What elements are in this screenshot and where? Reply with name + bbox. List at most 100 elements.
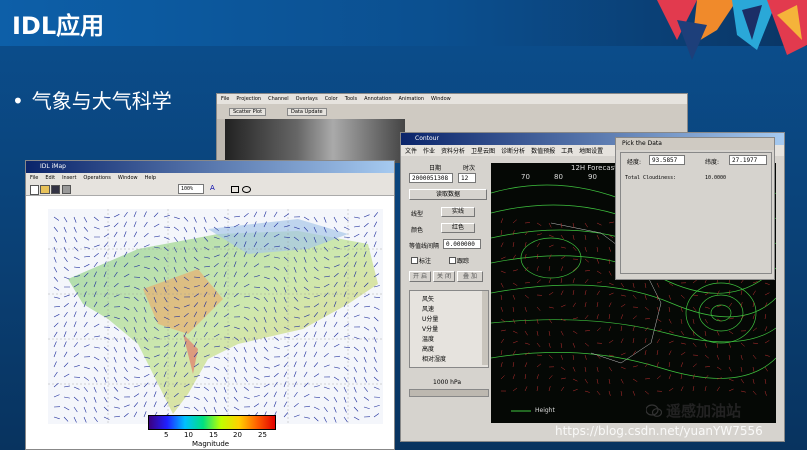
menu-item[interactable]: Animation xyxy=(399,96,425,102)
lon-tick: 80 xyxy=(554,173,563,181)
lon-tick: 90 xyxy=(588,173,597,181)
menu-item[interactable]: Annotation xyxy=(364,96,391,102)
menu-item[interactable]: Help xyxy=(145,175,156,181)
track-checkbox-text: 跟踪 xyxy=(457,258,470,265)
color-label: 颜色 xyxy=(411,227,424,234)
menu-item[interactable]: 数值预报 xyxy=(531,146,555,155)
cloudiness-label: Total Cloudiness: xyxy=(625,175,677,181)
menu-item[interactable]: Color xyxy=(325,96,338,102)
colorbar xyxy=(148,415,276,430)
time-label: 时次 xyxy=(463,165,476,172)
rectangle-tool-icon[interactable] xyxy=(231,186,239,193)
interval-label: 等值线间隔 xyxy=(409,243,440,250)
ellipse-tool-icon[interactable] xyxy=(242,186,251,193)
menu-item[interactable]: 诊断分析 xyxy=(501,146,525,155)
watermark-url: https://blog.csdn.net/yuanYW7556 xyxy=(555,424,763,438)
colorbar-tick: 5 xyxy=(164,431,169,439)
new-icon[interactable] xyxy=(30,185,39,195)
label-checkbox[interactable] xyxy=(411,257,418,264)
cloudiness-value: 10.0000 xyxy=(705,175,727,181)
close-button[interactable]: 关 闭 xyxy=(433,271,455,282)
imap-window: IDL iMap File Edit Insert Operations Win… xyxy=(25,160,395,450)
variable-item[interactable]: 高度 xyxy=(422,344,434,353)
menu-item[interactable]: Operations xyxy=(83,175,111,181)
menu-item[interactable]: Window xyxy=(118,175,138,181)
latitude-field[interactable]: 27.1977 xyxy=(729,155,767,165)
longitude-label: 经度: xyxy=(627,159,642,166)
menu-item[interactable]: Insert xyxy=(62,175,76,181)
menu-item[interactable]: File xyxy=(30,175,38,181)
bullet-item: • 气象与大气科学 xyxy=(12,85,172,114)
back-tool-column xyxy=(217,119,225,163)
plot-legend: Height xyxy=(535,407,555,414)
variable-item[interactable]: U分量 xyxy=(422,314,438,323)
latitude-label: 纬度: xyxy=(705,159,720,166)
bullet-dot-icon: • xyxy=(12,89,24,113)
read-data-button[interactable]: 读取数据 xyxy=(409,189,487,200)
line-type-select[interactable]: 实线 xyxy=(441,207,475,217)
colorbar-tick: 10 xyxy=(184,431,193,439)
wind-map xyxy=(48,209,383,424)
pressure-slider[interactable] xyxy=(409,389,489,397)
wechat-icon xyxy=(645,404,663,417)
pick-data-window: Pick the Data 经度: 93.5857 纬度: 27.1977 To… xyxy=(615,137,775,280)
decoration-graphic xyxy=(657,0,807,60)
open-icon[interactable] xyxy=(40,185,50,194)
menu-item[interactable]: Window xyxy=(431,96,451,102)
date-label: 日期 xyxy=(429,165,442,172)
color-select[interactable]: 红色 xyxy=(441,223,475,233)
pick-titlebar: Pick the Data xyxy=(616,138,774,150)
zoom-select[interactable]: 100% xyxy=(178,184,204,194)
variable-item[interactable]: 风矢 xyxy=(422,294,434,303)
back-toolbar-tab[interactable]: Data Update xyxy=(287,108,327,116)
pressure-level-label: 1000 hPa xyxy=(433,379,462,386)
colorbar-tick: 20 xyxy=(233,431,242,439)
imap-titlebar: IDL iMap xyxy=(26,161,394,173)
variable-item[interactable]: V分量 xyxy=(422,324,438,333)
menu-item[interactable]: Projection xyxy=(236,96,261,102)
menu-item[interactable]: Tools xyxy=(345,96,357,102)
longitude-field[interactable]: 93.5857 xyxy=(649,155,685,165)
colorbar-tick: 25 xyxy=(258,431,267,439)
variable-item[interactable]: 风速 xyxy=(422,304,434,313)
menu-item[interactable]: 地图设置 xyxy=(579,146,603,155)
label-checkbox-text: 标注 xyxy=(419,258,432,265)
colorbar-label: Magnitude xyxy=(192,440,230,448)
menu-item[interactable]: 工具 xyxy=(561,146,573,155)
satellite-image xyxy=(225,119,405,163)
imap-toolbar: 100% A xyxy=(26,183,394,196)
date-field[interactable]: 2000051308 xyxy=(409,173,453,183)
back-toolbar-tab[interactable]: Scatter Plot xyxy=(229,108,267,116)
menu-item[interactable]: 文件 xyxy=(405,146,417,155)
watermark-logo xyxy=(645,403,663,417)
colorbar-tick: 15 xyxy=(209,431,218,439)
text-tool-icon[interactable]: A xyxy=(210,184,215,192)
plot-title: 12H Forecast xyxy=(571,164,618,172)
lon-tick: 70 xyxy=(521,173,530,181)
variable-list: 风矢 风速 U分量 V分量 温度 高度 相对湿度 xyxy=(409,290,489,368)
track-checkbox[interactable] xyxy=(449,257,456,264)
pick-panel: 经度: 93.5857 纬度: 27.1977 Total Cloudiness… xyxy=(620,152,772,274)
open-button[interactable]: 开 启 xyxy=(409,271,431,282)
slide-title: IDL应用 xyxy=(12,12,105,40)
back-menubar: File Projection Channel Overlays Color T… xyxy=(217,94,687,104)
interval-field[interactable]: 0.000000 xyxy=(443,239,481,249)
menu-item[interactable]: 作业 xyxy=(423,146,435,155)
bullet-text: 气象与大气科学 xyxy=(31,89,172,113)
menu-item[interactable]: Overlays xyxy=(296,96,318,102)
variable-scrollbar[interactable] xyxy=(482,291,488,365)
menu-item[interactable]: 卫星云图 xyxy=(471,146,495,155)
menu-item[interactable]: Channel xyxy=(268,96,289,102)
line-type-label: 线型 xyxy=(411,211,424,218)
imap-menubar: File Edit Insert Operations Window Help xyxy=(26,173,394,183)
menu-item[interactable]: 资料分析 xyxy=(441,146,465,155)
menu-item[interactable]: Edit xyxy=(45,175,55,181)
save-icon[interactable] xyxy=(51,185,60,194)
time-field[interactable]: 12 xyxy=(458,173,476,183)
variable-item[interactable]: 相对湿度 xyxy=(422,354,446,363)
overlay-button[interactable]: 叠 加 xyxy=(457,271,483,282)
variable-item[interactable]: 温度 xyxy=(422,334,434,343)
print-icon[interactable] xyxy=(62,185,71,194)
menu-item[interactable]: File xyxy=(221,96,229,102)
watermark-brand: 遥感加油站 xyxy=(666,402,742,420)
